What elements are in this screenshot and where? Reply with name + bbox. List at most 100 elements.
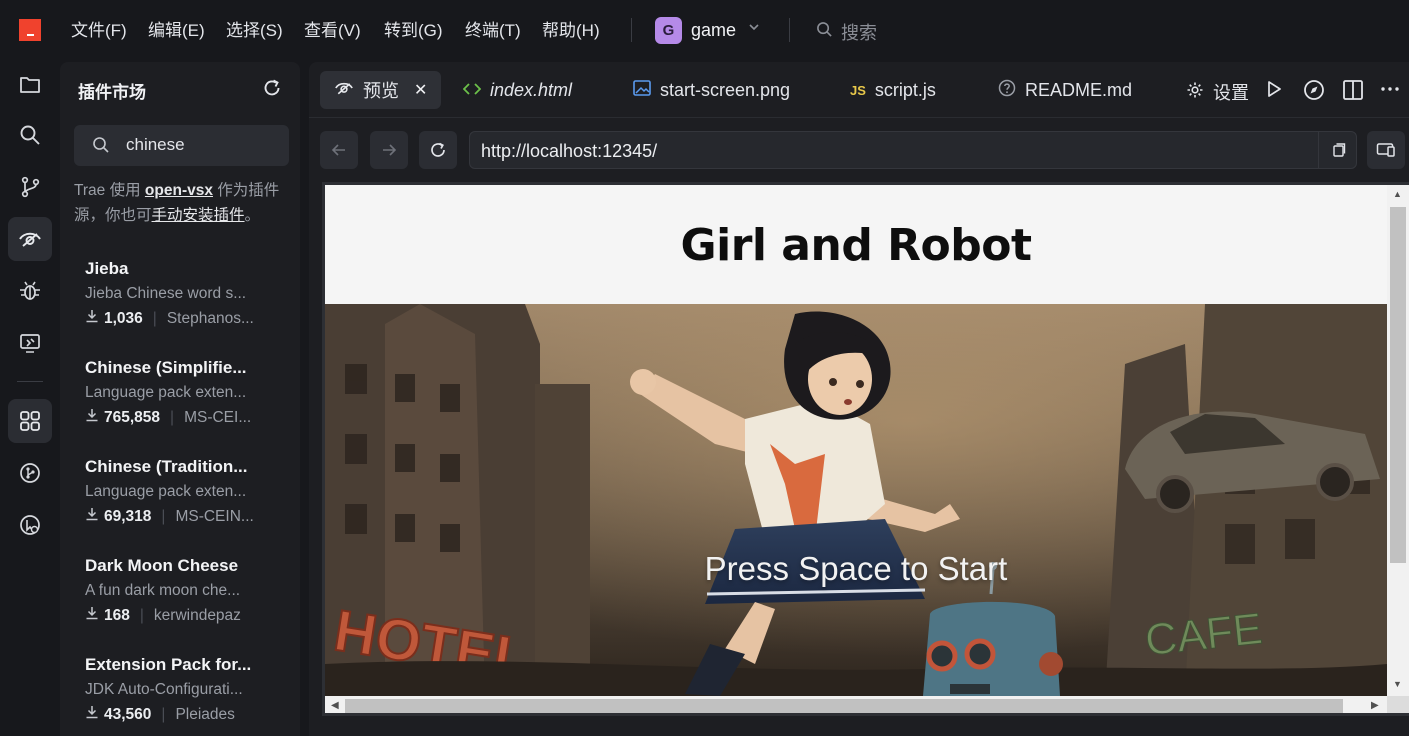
scroll-up-arrow[interactable]: ▲ [1393,189,1402,199]
extension-description: Language pack exten... [85,483,247,500]
extensions-icon[interactable] [8,399,52,443]
divider [789,18,790,42]
code-icon [462,80,482,101]
forward-button[interactable] [370,131,408,169]
extension-publisher: MS-CEIN... [175,508,254,525]
tab-preview[interactable]: 预览 ✕ [320,71,442,109]
download-count: 168 [104,607,130,624]
tab-label: script.js [874,79,936,100]
settings-button[interactable]: 设置 [1186,79,1249,105]
open-vsx-link[interactable]: open-vsx [145,182,213,199]
download-count: 765,858 [104,409,161,426]
preview-viewport[interactable]: Girl and Robot HOTEL CAFE Press Space to… [322,182,1409,716]
note-text: 。 [244,207,261,224]
scroll-down-arrow[interactable]: ▼ [1393,679,1402,689]
page-header: Girl and Robot [325,185,1387,306]
download-icon [85,309,99,329]
extension-item[interactable]: Chinese (Tradition... Language pack exte… [85,456,285,538]
extension-description: JDK Auto-Configurati... [85,681,243,698]
extension-description: A fun dark moon che... [85,582,241,599]
page-title: Girl and Robot [680,220,1033,271]
menu-view[interactable]: 查看(V) [304,19,361,43]
tab-label: index.html [490,79,573,100]
game-start-screen-image: HOTEL CAFE [325,304,1387,696]
extension-name: Jieba [85,259,129,278]
menu-file[interactable]: 文件(F) [71,19,127,43]
debug-icon[interactable] [8,269,52,313]
tab-readme-md[interactable]: README.md [984,71,1146,109]
extension-item[interactable]: Extension Pack for... JDK Auto-Configura… [85,654,285,736]
copy-url-icon[interactable] [1318,132,1356,168]
vertical-scrollbar[interactable]: ▲ ▼ [1387,185,1409,696]
app-logo[interactable] [19,19,41,41]
scrollbar-thumb[interactable] [1390,207,1406,563]
title-bar: 文件(F) 编辑(E) 选择(S) 查看(V) 转到(G) 终端(T) 帮助(H… [0,0,1409,62]
extension-publisher: kerwindepaz [153,607,241,624]
project-badge[interactable]: G [655,17,682,44]
note-text: Trae 使用 [74,182,145,199]
git-graph-icon[interactable] [8,451,52,495]
extension-item[interactable]: Chinese (Simplifie... Language pack exte… [85,357,285,439]
back-button[interactable] [320,131,358,169]
download-icon [85,606,99,626]
search-icon [816,21,833,43]
editor-area: 预览 ✕ index.html start-screen.png JS scri… [309,62,1409,736]
close-icon[interactable]: ✕ [414,80,427,100]
scrollbar-thumb[interactable] [345,699,1343,713]
project-name[interactable]: game [691,20,736,41]
tab-index-html[interactable]: index.html [449,71,586,109]
menu-help[interactable]: 帮助(H) [542,19,600,43]
remote-icon[interactable] [8,321,52,365]
extension-search-input[interactable] [126,133,281,157]
download-icon [85,705,99,725]
start-prompt: Press Space to Start [704,550,1008,587]
tab-label: start-screen.png [660,79,791,100]
menu-goto[interactable]: 转到(G) [384,19,443,43]
address-bar[interactable] [469,131,1357,169]
help-circle-icon [998,79,1016,102]
device-toggle-icon[interactable] [1367,131,1405,169]
game-canvas[interactable]: HOTEL CAFE Press Space to Start [325,304,1387,696]
chevron-down-icon[interactable] [747,20,761,37]
extension-item[interactable]: Jieba Jieba Chinese word s... 1,036 | Step… [85,258,285,340]
run-icon[interactable] [1264,79,1284,99]
preview-icon[interactable] [8,217,52,261]
split-editor-icon[interactable] [1342,79,1364,101]
refresh-icon[interactable] [260,76,284,100]
extension-publisher: Pleiades [175,706,235,723]
source-note: Trae 使用 open-vsx 作为插件源，你也可手动安装插件。 [74,178,289,228]
scrollbar-corner [1387,696,1409,713]
image-icon [633,79,651,101]
tab-label: 预览 [363,81,399,101]
menu-terminal[interactable]: 终端(T) [465,19,521,43]
manual-install-link[interactable]: 手动安装插件 [152,207,245,224]
extensions-sidebar: 插件市场 Trae 使用 open-vsx 作为插件源，你也可手动安装插件。 J… [60,62,300,736]
download-count: 1,036 [104,310,143,327]
gear-icon [1186,81,1204,104]
reload-button[interactable] [419,131,457,169]
browser-nav-bar [309,128,1409,172]
title-search-label: 搜索 [841,23,877,43]
horizontal-scrollbar[interactable]: ◀ ▶ [325,696,1387,713]
tab-script-js[interactable]: JS script.js [836,71,950,109]
cursor-agent-icon[interactable] [8,503,52,547]
divider [631,18,632,42]
tab-start-screen-png[interactable]: start-screen.png [619,71,804,109]
menu-edit[interactable]: 编辑(E) [148,19,205,43]
compass-icon[interactable] [1303,79,1325,101]
url-input[interactable] [481,140,1301,162]
extension-search-field[interactable] [74,125,289,166]
tab-label: README.md [1025,79,1133,100]
extension-item[interactable]: Dark Moon Cheese A fun dark moon che... … [85,555,285,637]
title-search[interactable]: 搜索 [816,19,877,45]
scroll-right-arrow[interactable]: ▶ [1371,700,1379,711]
search-icon[interactable] [8,113,52,157]
more-icon[interactable] [1380,79,1400,99]
extension-description: Jieba Chinese word s... [85,285,247,302]
js-file-icon: JS [850,82,866,98]
download-count: 69,318 [104,508,152,525]
menu-selection[interactable]: 选择(S) [226,19,283,43]
explorer-icon[interactable] [8,62,52,106]
source-control-icon[interactable] [8,165,52,209]
scroll-left-arrow[interactable]: ◀ [331,700,339,711]
